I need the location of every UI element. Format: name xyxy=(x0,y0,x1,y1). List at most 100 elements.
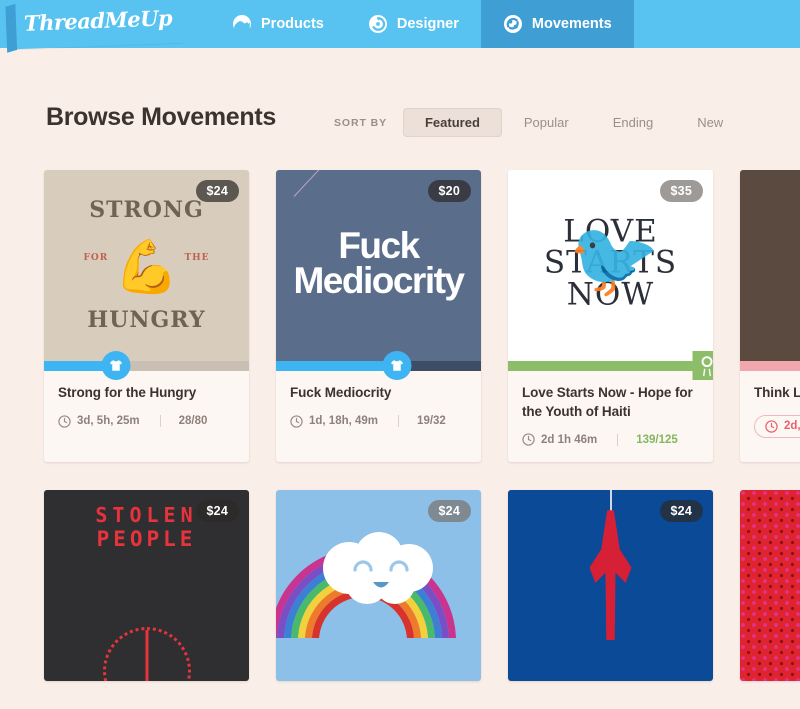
movement-card[interactable]: ❤ $24 Think Less 2d, 1 xyxy=(740,170,800,463)
funding-progress-bar xyxy=(44,351,249,380)
price-badge: $24 xyxy=(195,500,239,523)
movement-card[interactable]: STOLEN PEOPLE $24 xyxy=(44,490,249,682)
progress-funded-badge xyxy=(692,351,713,380)
art-arm-icon: 💪 xyxy=(114,238,179,297)
card-meta: 3d, 5h, 25m 28/80 xyxy=(58,414,235,428)
art-word-top: STRONG xyxy=(89,196,204,223)
artwork-red-dots xyxy=(740,490,800,682)
card-body: Strong for the Hungry 3d, 5h, 25m 28/80 xyxy=(44,371,249,444)
card-meta: 1d, 18h, 49m 19/32 xyxy=(290,414,467,428)
card-body: Think Less 2d, 1 xyxy=(740,371,800,454)
art-slash-line xyxy=(293,170,407,197)
clock-icon xyxy=(58,414,71,428)
funding-progress-bar xyxy=(276,351,481,380)
clock-icon xyxy=(290,414,303,428)
grid-row-1: STRONG 💪 FOR THE HUNGRY $24 Strong for t… xyxy=(44,170,800,463)
tshirt-icon xyxy=(390,360,403,371)
movement-card[interactable]: Fuck Mediocrity $20 Fuck Mediocrity 1d, … xyxy=(276,170,481,463)
card-artwork: $24 xyxy=(508,490,713,682)
art-word-line2: PEOPLE xyxy=(96,527,197,552)
nav-tabs: Products Designer Movements xyxy=(210,0,634,48)
funding-progress-bar xyxy=(740,361,800,371)
card-artwork: $24 xyxy=(276,490,481,682)
art-word-right: THE xyxy=(184,252,210,263)
card-title: Strong for the Hungry xyxy=(58,385,197,400)
card-body: Love Starts Now - Hope for the Youth of … xyxy=(508,371,713,462)
art-figure-shape xyxy=(589,510,632,641)
globe-icon xyxy=(232,14,252,34)
tshirt-icon xyxy=(109,360,122,371)
movement-card[interactable]: $24 xyxy=(508,490,713,682)
meta-divider xyxy=(398,415,400,428)
card-title: Think Less xyxy=(754,385,800,400)
time-left: 1d, 18h, 49m xyxy=(309,415,379,428)
designer-icon xyxy=(368,14,388,34)
backers-count: 19/32 xyxy=(417,415,446,428)
price-badge: $35 xyxy=(659,180,703,202)
card-title: Fuck Mediocrity xyxy=(290,385,392,400)
progress-shirt-badge xyxy=(382,351,412,380)
time-left: 2d 1h 46m xyxy=(541,433,598,446)
card-artwork: LOVE STARTS NOW 🐦 $35 xyxy=(508,170,713,361)
movements-grid: STRONG 💪 FOR THE HUNGRY $24 Strong for t… xyxy=(44,170,800,709)
top-navigation-bar: ThreadMeUp Products Designer Movements xyxy=(0,0,800,50)
time-left: 3d, 5h, 25m xyxy=(77,415,140,428)
card-artwork: STOLEN PEOPLE $24 xyxy=(44,490,249,682)
card-artwork: ❤ $24 xyxy=(740,170,800,361)
backers-count: 139/125 xyxy=(636,433,678,446)
progress-shirt-badge xyxy=(101,351,131,380)
sort-by-label: SORT BY xyxy=(334,116,387,129)
movement-card[interactable] xyxy=(740,490,800,682)
price-badge: $24 xyxy=(195,180,239,202)
sort-option-popular[interactable]: Popular xyxy=(502,108,591,137)
movements-icon xyxy=(503,14,523,34)
art-face-shape xyxy=(102,627,191,682)
nav-tab-label: Movements xyxy=(531,16,612,32)
backers-count: 28/80 xyxy=(178,415,208,428)
sort-option-new[interactable]: New xyxy=(675,108,745,137)
card-artwork: STRONG 💪 FOR THE HUNGRY $24 xyxy=(44,170,249,361)
logo[interactable]: ThreadMeUp xyxy=(13,0,183,50)
nav-tab-designer[interactable]: Designer xyxy=(346,0,481,48)
logo-text: ThreadMeUp xyxy=(23,4,173,36)
card-body: Fuck Mediocrity 1d, 18h, 49m 19/32 xyxy=(276,371,481,444)
meta-divider xyxy=(617,433,619,446)
clock-icon xyxy=(765,419,778,433)
sort-bar: SORT BY Featured Popular Ending New xyxy=(334,108,745,137)
progress-fill xyxy=(276,361,397,371)
art-word-bottom: HUNGRY xyxy=(87,306,206,333)
sort-option-featured[interactable]: Featured xyxy=(402,108,502,137)
nav-tab-movements[interactable]: Movements xyxy=(480,0,634,48)
art-word-line1: Fuck xyxy=(338,224,420,266)
nav-tab-label: Designer xyxy=(396,16,459,32)
price-badge: $24 xyxy=(659,500,703,523)
progress-fill xyxy=(508,361,713,371)
price-badge: $24 xyxy=(427,500,471,523)
price-badge: $20 xyxy=(427,180,471,202)
grid-row-2: STOLEN PEOPLE $24 $24 $24 xyxy=(44,490,800,682)
artwork-think-less: ❤ xyxy=(740,170,800,361)
page-title: Browse Movements xyxy=(46,103,276,131)
meta-divider xyxy=(159,415,161,428)
nav-tab-label: Products xyxy=(261,16,324,32)
bird-illustration: 🐦 xyxy=(568,217,661,301)
card-title: Love Starts Now - Hope for the Youth of … xyxy=(522,385,693,419)
cloud-illustration xyxy=(322,532,433,605)
dot-pattern xyxy=(740,490,800,682)
card-meta: 2d 1h 46m 139/125 xyxy=(522,433,699,446)
funding-progress-bar xyxy=(508,351,713,380)
clock-icon xyxy=(522,433,535,446)
movement-card[interactable]: STRONG 💪 FOR THE HUNGRY $24 Strong for t… xyxy=(44,170,249,463)
sort-option-ending[interactable]: Ending xyxy=(591,108,675,137)
card-artwork xyxy=(740,490,800,682)
art-word-left: FOR xyxy=(83,252,109,263)
card-meta-ending-soon: 2d, 1 xyxy=(754,414,800,438)
movement-card[interactable]: $24 xyxy=(276,490,481,682)
award-ribbon-icon xyxy=(696,351,713,380)
time-left: 2d, 1 xyxy=(784,420,800,433)
art-word-line2: Mediocrity xyxy=(293,259,465,301)
card-artwork: Fuck Mediocrity $20 xyxy=(276,170,481,361)
nav-tab-products[interactable]: Products xyxy=(210,0,346,48)
progress-fill xyxy=(740,361,800,371)
movement-card[interactable]: LOVE STARTS NOW 🐦 $35 Love Starts Now - … xyxy=(508,170,713,463)
